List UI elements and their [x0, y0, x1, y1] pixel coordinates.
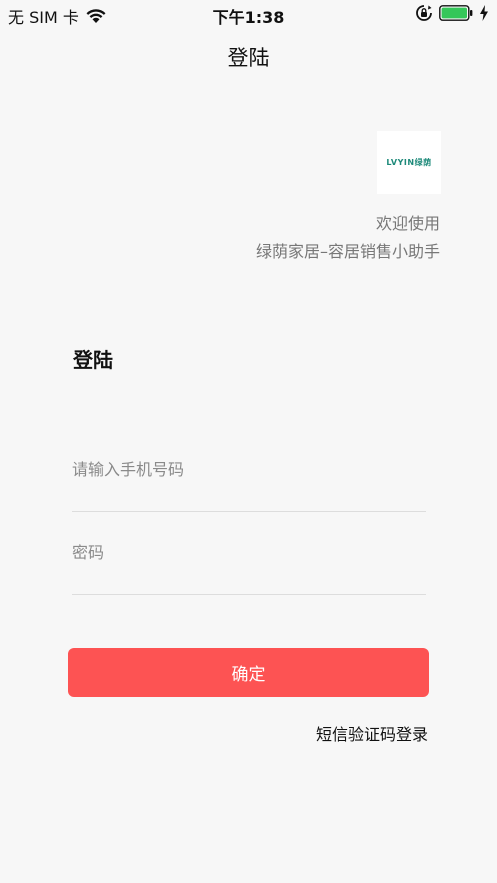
password-field [72, 541, 426, 595]
welcome-text: 欢迎使用 [375, 214, 440, 233]
sms-login-link[interactable]: 短信验证码登录 [316, 721, 428, 745]
login-screen: 无 SIM 卡 下午1:38 登陆 LVYIN绿荫 欢迎使用 绿荫家居–容居销售… [0, 0, 497, 883]
logo-text: LVYIN绿荫 [386, 158, 432, 167]
phone-input[interactable] [72, 458, 426, 479]
login-section-title: 登陆 [73, 348, 113, 372]
rotation-lock-icon [416, 5, 432, 21]
status-bar: 无 SIM 卡 下午1:38 [0, 0, 497, 28]
app-name-text: 绿荫家居–容居销售小助手 [255, 242, 440, 261]
confirm-button[interactable]: 确定 [68, 648, 429, 697]
page-title: 登陆 [227, 46, 270, 70]
brand-logo: LVYIN绿荫 [377, 131, 441, 194]
battery-icon [439, 5, 473, 21]
status-right [415, 4, 489, 22]
phone-field [72, 458, 426, 512]
password-input[interactable] [72, 541, 426, 562]
charging-icon [480, 5, 488, 21]
